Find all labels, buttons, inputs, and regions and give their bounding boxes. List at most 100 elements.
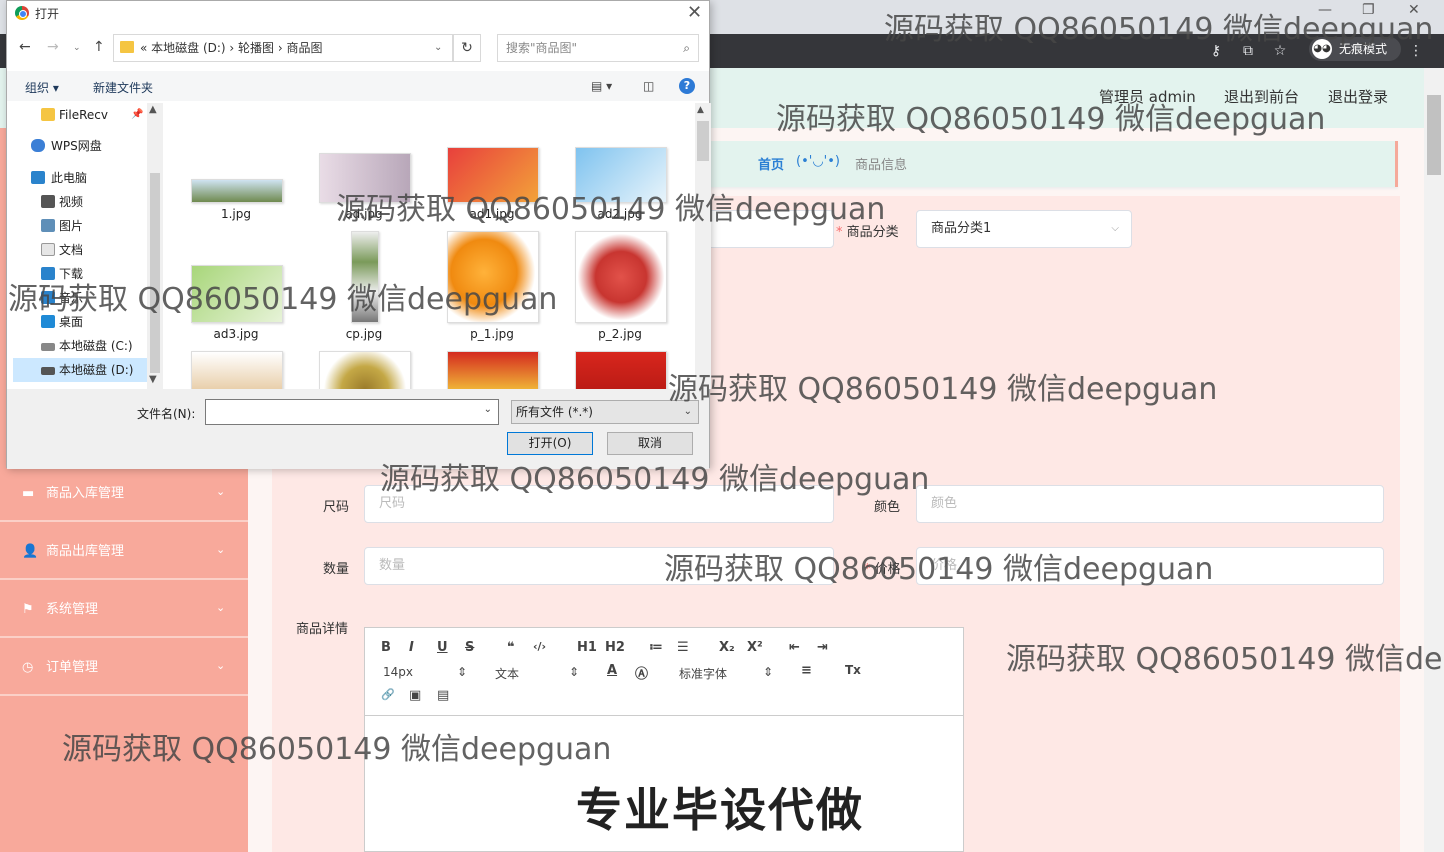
- italic-icon[interactable]: I: [409, 640, 414, 655]
- cancel-button[interactable]: 取消: [607, 432, 693, 455]
- refresh-icon[interactable]: ↻: [453, 34, 481, 62]
- h1-icon[interactable]: H1: [577, 640, 597, 655]
- watermark: 源码获取 QQ86050149 微信deepguan: [664, 552, 1214, 587]
- file-thumbnail[interactable]: [575, 351, 667, 389]
- chevron-updown-icon: ⇕: [763, 665, 774, 679]
- file-thumbnail[interactable]: [575, 231, 667, 323]
- scroll-down-icon[interactable]: ▼: [149, 374, 157, 385]
- font-color-icon[interactable]: A: [607, 663, 617, 678]
- file-name[interactable]: cp.jpg: [309, 327, 419, 341]
- scroll-up-icon[interactable]: ▲: [697, 105, 704, 115]
- open-button[interactable]: 打开(O): [507, 432, 593, 455]
- color-field[interactable]: 颜色: [916, 485, 1384, 523]
- sidebar-item-stock-in[interactable]: ▬ 商品入库管理 ⌄: [0, 465, 248, 522]
- indent-icon[interactable]: ⇥: [817, 640, 828, 655]
- up-icon[interactable]: ↑: [93, 39, 105, 55]
- video-icon[interactable]: ▤: [437, 688, 449, 703]
- chevron-down-icon[interactable]: ⌄: [434, 35, 442, 61]
- file-thumbnail[interactable]: [191, 179, 283, 203]
- sidebar-item-orders[interactable]: ◷ 订单管理 ⌄: [0, 639, 248, 696]
- file-scroll-thumb[interactable]: [697, 121, 709, 161]
- outdent-icon[interactable]: ⇤: [789, 640, 800, 655]
- scroll-up-icon[interactable]: ▲: [149, 104, 157, 115]
- clear-format-icon[interactable]: Tx: [845, 663, 861, 677]
- image-icon[interactable]: ▣: [409, 688, 421, 703]
- file-thumbnail[interactable]: [319, 351, 411, 389]
- bold-icon[interactable]: B: [381, 640, 391, 655]
- sidebar-item-label: 商品出库管理: [46, 544, 125, 559]
- bullet-list-icon[interactable]: ☰: [677, 640, 689, 655]
- nav-item-this-pc[interactable]: 此电脑: [13, 166, 153, 190]
- preview-pane-icon[interactable]: ◫: [643, 79, 654, 93]
- filename-input[interactable]: ⌄: [205, 399, 499, 425]
- back-icon[interactable]: ←: [19, 39, 31, 55]
- watermark: 源码获取 QQ86050149 微信deepguan: [336, 192, 886, 227]
- filename-label: 文件名(N):: [137, 407, 196, 421]
- folder-icon: [120, 41, 134, 53]
- subscript-icon[interactable]: X₂: [719, 640, 735, 655]
- quote-icon[interactable]: ❝: [507, 640, 515, 655]
- page-scroll-thumb[interactable]: [1427, 95, 1441, 175]
- strike-icon[interactable]: S: [465, 640, 474, 655]
- chevron-updown-icon: ⇕: [569, 665, 580, 679]
- background-color-icon[interactable]: Ⓐ: [635, 663, 648, 682]
- category-select[interactable]: 商品分类1 ⌵: [916, 210, 1132, 248]
- new-folder-button[interactable]: 新建文件夹: [93, 79, 153, 96]
- organize-menu[interactable]: 组织 ▾: [25, 79, 59, 96]
- file-name[interactable]: p_1.jpg: [437, 327, 547, 341]
- code-icon[interactable]: ‹/›: [533, 640, 546, 653]
- ordered-list-icon[interactable]: ≔: [649, 640, 663, 655]
- detail-label: 商品详情: [296, 622, 349, 637]
- editor-toolbar: B I U S ❝ ‹/› H1 H2 ≔ ☰ X₂ X² ⇤ ⇥ 14px ⇕…: [365, 628, 963, 716]
- forward-icon[interactable]: →: [47, 39, 59, 55]
- nav-item-filerecv[interactable]: FileRecv 📌: [13, 103, 153, 127]
- cloud-icon: [31, 139, 45, 152]
- nav-scroll-thumb[interactable]: [150, 173, 160, 373]
- sidebar-item-system[interactable]: ⚑ 系统管理 ⌄: [0, 581, 248, 638]
- font-family-select[interactable]: 标准字体: [679, 665, 727, 682]
- drive-icon: [41, 367, 55, 375]
- underline-icon[interactable]: U: [437, 640, 448, 655]
- superscript-icon[interactable]: X²: [747, 640, 763, 655]
- file-name[interactable]: 1.jpg: [181, 207, 291, 221]
- sidebar-item-stock-out[interactable]: 👤 商品出库管理 ⌄: [0, 523, 248, 580]
- chevron-down-icon[interactable]: ⌄: [484, 404, 492, 415]
- text-type-select[interactable]: 文本: [495, 665, 519, 682]
- align-icon[interactable]: ≡: [801, 663, 812, 678]
- file-thumbnail[interactable]: [191, 351, 283, 389]
- watermark: 源码获取 QQ86050149 微信deepguan: [380, 462, 930, 497]
- file-name[interactable]: p_2.jpg: [565, 327, 675, 341]
- clock-icon: ◷: [22, 660, 34, 675]
- history-dropdown-icon[interactable]: ⌄: [73, 43, 81, 53]
- chevron-down-icon: ⌄: [216, 543, 226, 556]
- file-thumbnail[interactable]: [447, 351, 539, 389]
- color-label: 颜色: [874, 500, 901, 515]
- promo-text: 专业毕设代做: [576, 783, 864, 837]
- nav-item-pictures[interactable]: 图片: [13, 214, 153, 238]
- close-icon[interactable]: ✕: [687, 2, 702, 23]
- address-bar[interactable]: « 本地磁盘 (D:) › 轮播图 › 商品图 ⌄: [113, 34, 453, 62]
- chevron-down-icon: ⌄: [216, 601, 226, 614]
- sidebar-item-label: 订单管理: [46, 660, 99, 675]
- box-icon: ▬: [22, 486, 35, 501]
- folder-search-input[interactable]: 搜索"商品图" ⌕: [497, 34, 699, 62]
- header-logout-link[interactable]: 退出登录: [1328, 86, 1388, 107]
- breadcrumb-home[interactable]: 首页: [758, 154, 784, 173]
- nav-item-wps[interactable]: WPS网盘: [13, 134, 153, 158]
- nav-item-documents[interactable]: 文档: [13, 238, 153, 262]
- font-size-select[interactable]: 14px: [383, 665, 413, 679]
- help-icon[interactable]: ?: [679, 78, 695, 94]
- watermark: 源码获取 QQ86050149 微信deepguan: [668, 372, 1218, 407]
- link-icon[interactable]: 🔗: [381, 688, 395, 701]
- nav-item-drive-c[interactable]: 本地磁盘 (C:): [13, 334, 153, 358]
- nav-item-videos[interactable]: 视频: [13, 190, 153, 214]
- nav-item-drive-d[interactable]: 本地磁盘 (D:): [13, 358, 153, 382]
- view-options-icon[interactable]: ▤ ▾: [591, 79, 612, 93]
- chrome-icon: [15, 6, 29, 20]
- navigation-pane: FileRecv 📌 WPS网盘 此电脑 视频 图片 文档 下载 音乐 桌面 本…: [13, 103, 153, 389]
- file-name[interactable]: ad3.jpg: [181, 327, 291, 341]
- video-icon: [41, 195, 55, 208]
- dialog-title-bar: 打开 ✕: [7, 1, 709, 25]
- page-scrollbar[interactable]: [1424, 68, 1444, 852]
- h2-icon[interactable]: H2: [605, 640, 625, 655]
